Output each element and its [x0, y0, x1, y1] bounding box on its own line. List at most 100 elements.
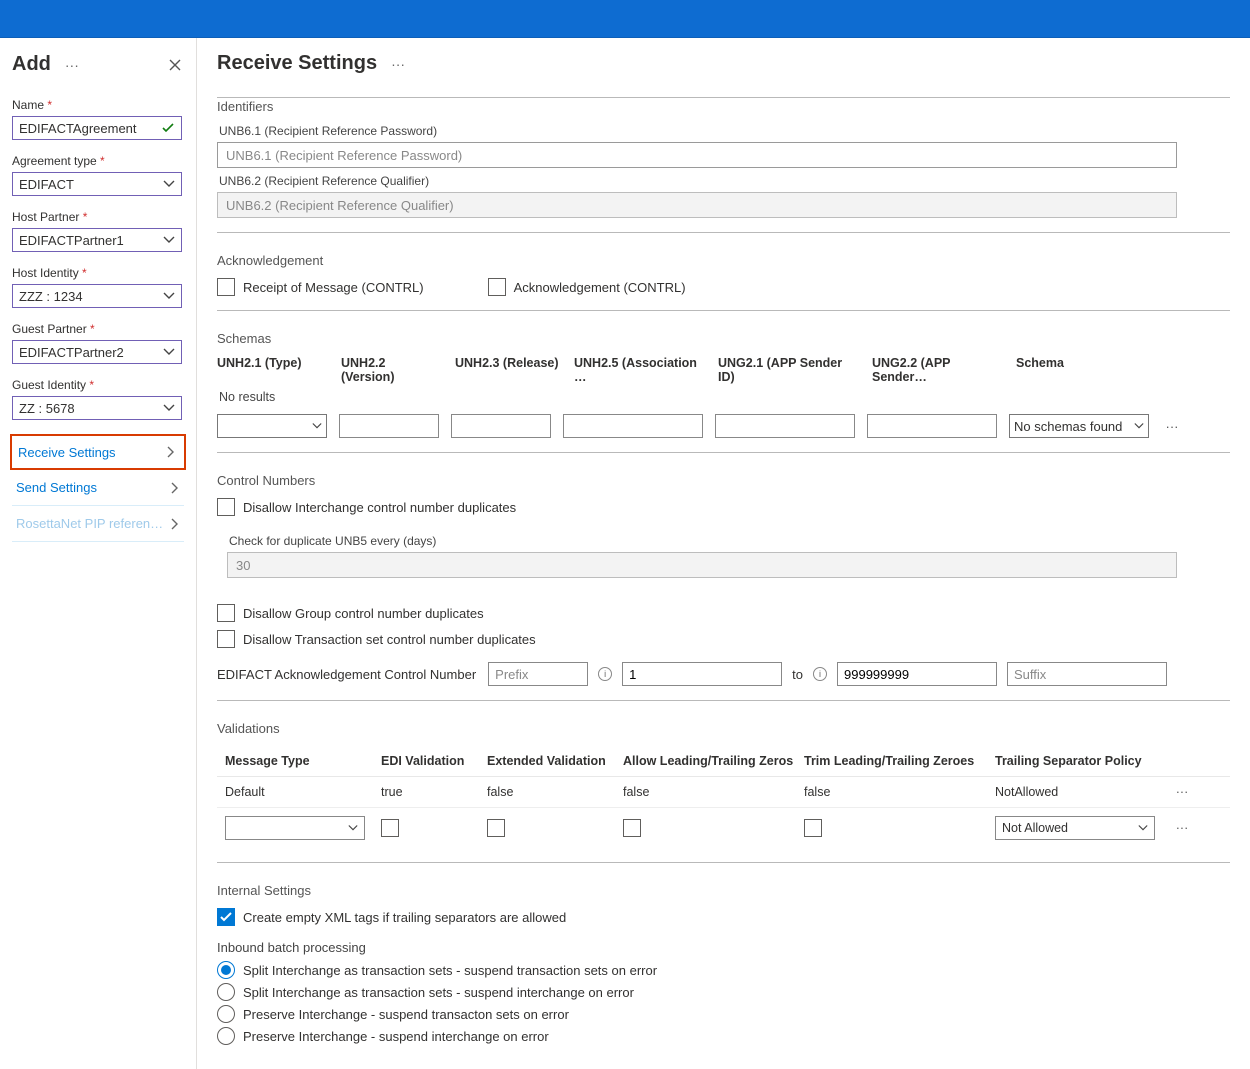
trail-policy-value: Not Allowed	[1002, 821, 1068, 835]
agreement-type-value: EDIFACT	[19, 177, 74, 192]
receipt-checkbox[interactable]	[217, 278, 235, 296]
trim-checkbox[interactable]	[804, 819, 822, 837]
ack-checkbox[interactable]	[488, 278, 506, 296]
send-settings-nav[interactable]: Send Settings	[12, 470, 184, 506]
info-icon[interactable]: i	[813, 667, 827, 681]
add-panel: Add ··· Name EDIFACTAgreement Agreement …	[0, 38, 197, 1069]
guest-partner-select[interactable]: EDIFACTPartner2	[12, 340, 182, 364]
batch-opt2-label: Split Interchange as transaction sets - …	[243, 985, 634, 1000]
receipt-label: Receipt of Message (CONTRL)	[243, 280, 424, 295]
unh25-input[interactable]	[563, 414, 703, 438]
agreement-type-label: Agreement type	[12, 154, 184, 168]
dup-label: Check for duplicate UNB5 every (days)	[229, 534, 1218, 548]
agreement-type-select[interactable]: EDIFACT	[12, 172, 182, 196]
unb61-label: UNB6.1 (Recipient Reference Password)	[219, 124, 1228, 138]
suffix-input[interactable]	[1007, 662, 1167, 686]
disallow-interchange-checkbox[interactable]	[217, 498, 235, 516]
disallow-group-checkbox[interactable]	[217, 604, 235, 622]
unb61-input[interactable]	[217, 142, 1177, 168]
top-bar	[0, 0, 1250, 38]
ung22-input[interactable]	[867, 414, 997, 438]
batch-opt2-radio[interactable]	[217, 983, 235, 1001]
receive-settings-nav[interactable]: Receive Settings	[10, 434, 186, 470]
receive-settings-panel: Receive Settings ··· Identifiers UNB6.1 …	[197, 38, 1250, 1069]
rosettanet-nav[interactable]: RosettaNet PIP referen…	[12, 506, 184, 542]
host-partner-value: EDIFACTPartner1	[19, 233, 124, 248]
unh23-input[interactable]	[451, 414, 551, 438]
row-more-icon[interactable]: ···	[1171, 821, 1193, 835]
check-icon	[161, 121, 175, 135]
dup-days-input	[227, 552, 1177, 578]
batch-heading: Inbound batch processing	[217, 940, 1230, 955]
disallow-group-label: Disallow Group control number duplicates	[243, 606, 484, 621]
validation-row-new: Not Allowed ···	[217, 808, 1230, 848]
edi-checkbox[interactable]	[381, 819, 399, 837]
validations-section: Validations Message Type EDI Validation …	[217, 721, 1230, 863]
chevron-down-icon	[163, 402, 175, 414]
prefix-input[interactable]	[488, 662, 588, 686]
row-more-icon[interactable]: ···	[1161, 419, 1183, 434]
schema-select[interactable]: No schemas found	[1009, 414, 1149, 438]
rosettanet-label: RosettaNet PIP referen…	[16, 516, 163, 531]
batch-opt1-radio[interactable]	[217, 961, 235, 979]
more-icon[interactable]: ···	[391, 56, 405, 72]
name-label: Name	[12, 98, 184, 112]
batch-opt1-label: Split Interchange as transaction sets - …	[243, 963, 657, 978]
chevron-right-icon	[168, 518, 180, 530]
msg-type-select[interactable]	[225, 816, 365, 840]
ack-label: Acknowledgement (CONTRL)	[514, 280, 686, 295]
guest-partner-value: EDIFACTPartner2	[19, 345, 124, 360]
validations-columns: Message Type EDI Validation Extended Val…	[217, 746, 1230, 777]
name-input-value: EDIFACTAgreement	[19, 121, 137, 136]
guest-identity-select[interactable]: ZZ : 5678	[12, 396, 182, 420]
chevron-down-icon	[1134, 421, 1144, 431]
internal-settings-section: Internal Settings Create empty XML tags …	[217, 883, 1230, 1045]
create-empty-checkbox[interactable]	[217, 908, 235, 926]
add-title: Add	[12, 53, 51, 76]
disallow-txn-label: Disallow Transaction set control number …	[243, 632, 536, 647]
schemas-header: Schemas	[217, 331, 1230, 346]
batch-opt3-label: Preserve Interchange - suspend transacto…	[243, 1007, 569, 1022]
disallow-interchange-label: Disallow Interchange control number dupl…	[243, 500, 516, 515]
control-header: Control Numbers	[217, 473, 1230, 488]
end-input[interactable]	[837, 662, 997, 686]
start-input[interactable]	[622, 662, 782, 686]
disallow-txn-checkbox[interactable]	[217, 630, 235, 648]
host-identity-label: Host Identity	[12, 266, 184, 280]
ung21-input[interactable]	[715, 414, 855, 438]
info-icon[interactable]: i	[598, 667, 612, 681]
create-empty-label: Create empty XML tags if trailing separa…	[243, 910, 566, 925]
unh22-input[interactable]	[339, 414, 439, 438]
host-identity-select[interactable]: ZZZ : 1234	[12, 284, 182, 308]
internal-header: Internal Settings	[217, 883, 1230, 898]
trail-policy-select[interactable]: Not Allowed	[995, 816, 1155, 840]
more-icon[interactable]: ···	[65, 57, 79, 73]
chevron-down-icon	[1138, 823, 1148, 833]
lead-checkbox[interactable]	[623, 819, 641, 837]
page-title: Receive Settings	[217, 52, 377, 75]
schemas-columns: UNH2.1 (Type) UNH2.2 (Version) UNH2.3 (R…	[217, 356, 1230, 384]
receive-settings-label: Receive Settings	[18, 445, 116, 460]
guest-identity-value: ZZ : 5678	[19, 401, 75, 416]
host-partner-label: Host Partner	[12, 210, 184, 224]
chevron-down-icon	[163, 234, 175, 246]
unb62-label: UNB6.2 (Recipient Reference Qualifier)	[219, 174, 1228, 188]
unh21-select[interactable]	[217, 414, 327, 438]
val-edi: true	[381, 785, 481, 799]
chevron-right-icon	[168, 482, 180, 494]
ack-section: Acknowledgement Receipt of Message (CONT…	[217, 253, 1230, 311]
unb62-input	[217, 192, 1177, 218]
guest-partner-label: Guest Partner	[12, 322, 184, 336]
schemas-section: Schemas UNH2.1 (Type) UNH2.2 (Version) U…	[217, 331, 1230, 453]
host-identity-value: ZZZ : 1234	[19, 289, 83, 304]
batch-opt3-radio[interactable]	[217, 1005, 235, 1023]
chevron-down-icon	[163, 178, 175, 190]
close-icon[interactable]	[168, 58, 182, 76]
schema-select-value: No schemas found	[1014, 419, 1122, 434]
ext-checkbox[interactable]	[487, 819, 505, 837]
name-input[interactable]: EDIFACTAgreement	[12, 116, 182, 140]
batch-opt4-radio[interactable]	[217, 1027, 235, 1045]
host-partner-select[interactable]: EDIFACTPartner1	[12, 228, 182, 252]
no-results-text: No results	[219, 390, 1230, 404]
row-more-icon[interactable]: ···	[1171, 785, 1193, 799]
